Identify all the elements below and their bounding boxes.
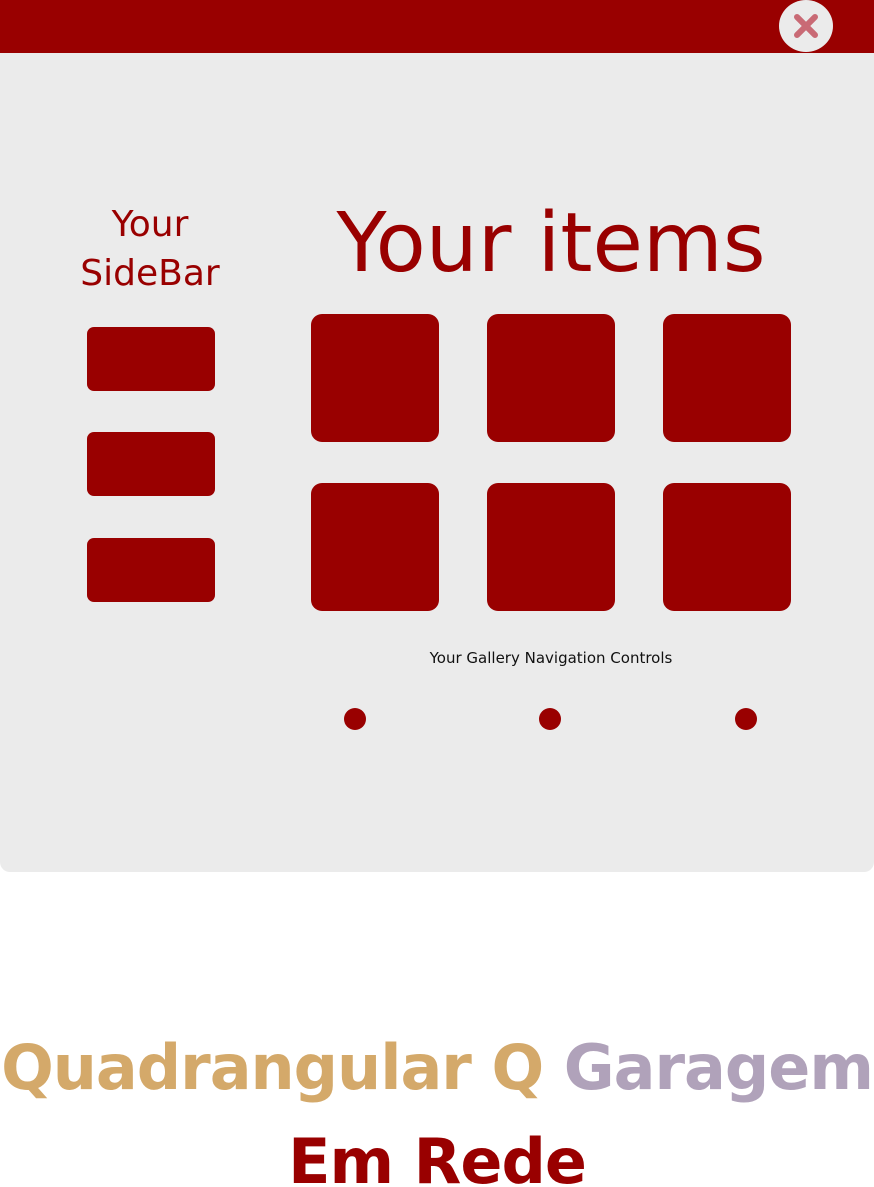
title-bar — [0, 0, 874, 53]
wordmark-part1: Quadrangular Q — [1, 1031, 544, 1104]
sidebar-button-3[interactable] — [87, 538, 215, 602]
item-tile-5[interactable] — [487, 483, 615, 611]
sidebar-title-line2: SideBar — [80, 253, 220, 294]
close-icon — [794, 14, 818, 38]
wordmark-part2: Garagem — [563, 1031, 874, 1104]
item-tile-2[interactable] — [487, 314, 615, 442]
item-tile-3[interactable] — [663, 314, 791, 442]
app-window: Your SideBar Your items Your Gallery Nav… — [0, 0, 874, 872]
close-button[interactable] — [779, 0, 833, 52]
gallery-nav-dot-3[interactable] — [735, 708, 757, 730]
sidebar-button-2[interactable] — [87, 432, 215, 496]
item-tile-6[interactable] — [663, 483, 791, 611]
sidebar-title: Your SideBar — [70, 200, 230, 298]
item-tile-1[interactable] — [311, 314, 439, 442]
gallery-nav-dot-1[interactable] — [344, 708, 366, 730]
sidebar-title-line1: Your — [111, 204, 189, 245]
gallery-nav-caption: Your Gallery Navigation Controls — [429, 649, 673, 667]
item-tile-4[interactable] — [311, 483, 439, 611]
wordmark-line1: Quadrangular Q Garagem — [0, 1028, 874, 1108]
items-title: Your items — [336, 196, 766, 291]
sidebar-button-1[interactable] — [87, 327, 215, 391]
wordmark-line2: Em Rede — [288, 1125, 587, 1187]
page: Your SideBar Your items Your Gallery Nav… — [0, 0, 874, 1187]
gallery-nav-dot-2[interactable] — [539, 708, 561, 730]
